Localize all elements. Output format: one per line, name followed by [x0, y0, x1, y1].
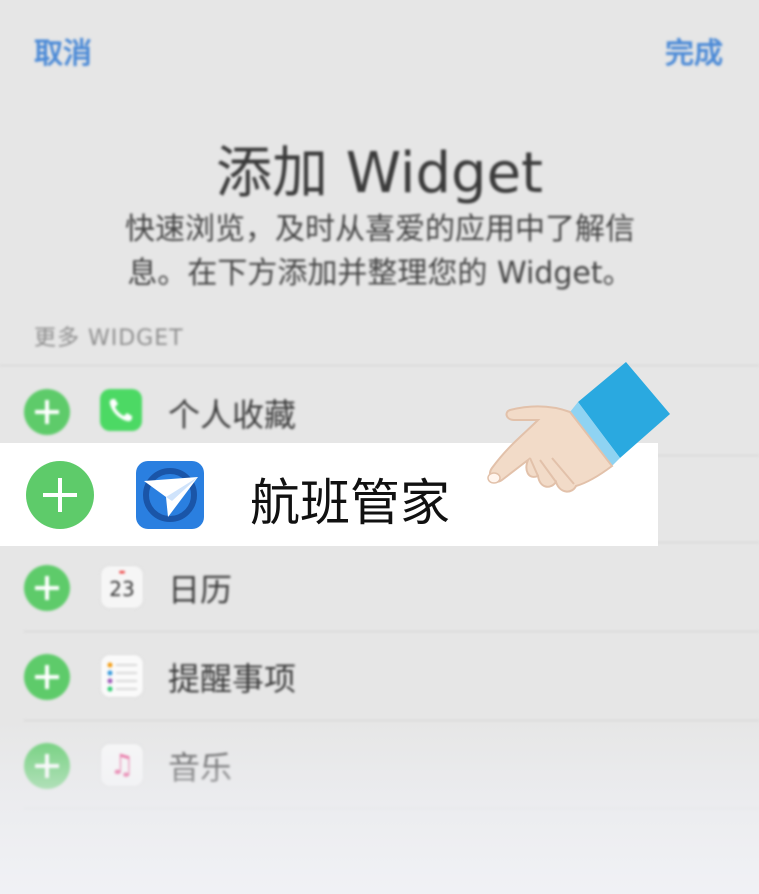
widget-label: 个人收藏 — [168, 396, 297, 434]
cancel-button[interactable]: 取消 — [34, 30, 92, 72]
calendar-weekday-bar: ▬ — [118, 568, 126, 576]
add-widget-button[interactable] — [24, 654, 70, 700]
add-widget-button[interactable] — [26, 461, 94, 529]
phone-icon — [100, 389, 142, 431]
page-description: 快速浏览，及时从喜爱的应用中了解信 息。在下方添加并整理您的 Widget。 — [70, 208, 690, 296]
add-widget-button[interactable] — [24, 565, 70, 611]
widget-row-reminders[interactable]: 提醒事项 — [0, 632, 759, 720]
add-widget-button[interactable] — [24, 389, 70, 435]
description-line-2: 息。在下方添加并整理您的 Widget。 — [127, 256, 633, 291]
section-header: 更多 WIDGET — [34, 326, 184, 351]
list-icon — [100, 654, 144, 698]
calendar-day-number: 23 — [109, 577, 135, 601]
bottom-fade-overlay — [0, 720, 759, 894]
calendar-icon: ▬ 23 — [100, 565, 144, 609]
widget-label: 日历 — [168, 571, 233, 609]
page-title: 添加 Widget — [215, 141, 543, 206]
widget-row-calendar[interactable]: ▬ 23 日历 — [0, 543, 759, 631]
paper-plane-icon — [136, 461, 204, 529]
pointing-hand-icon — [487, 362, 670, 493]
done-button[interactable]: 完成 — [665, 30, 723, 72]
description-line-1: 快速浏览，及时从喜爱的应用中了解信 — [125, 212, 635, 247]
widget-label: 提醒事项 — [168, 660, 297, 698]
widget-label: 航班管家 — [250, 474, 450, 532]
